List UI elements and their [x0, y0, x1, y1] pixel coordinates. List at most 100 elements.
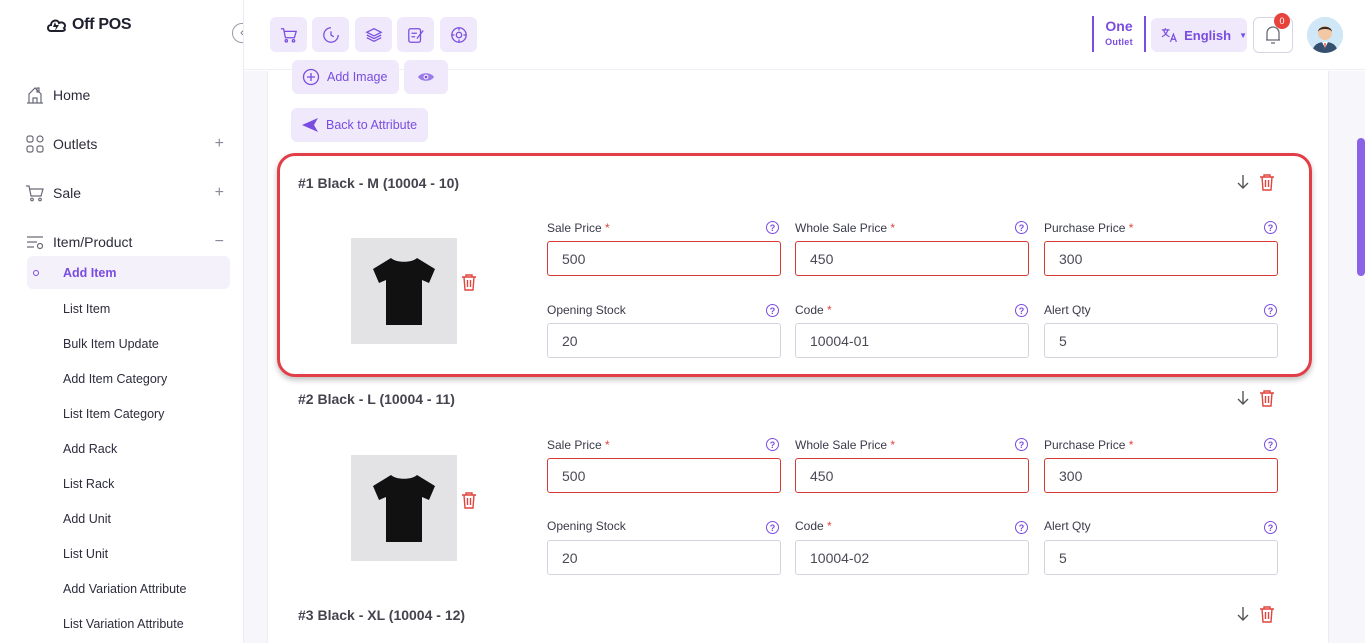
plus-circle-icon: [302, 68, 320, 86]
submenu-item-add-variation-attribute[interactable]: Add Variation Attribute: [0, 571, 243, 606]
submenu-item-list-item[interactable]: List Item: [0, 291, 243, 326]
label-text: Purchase Price: [1044, 438, 1126, 452]
outlet-selector[interactable]: One Outlet: [1092, 16, 1146, 52]
help-icon[interactable]: ?: [1264, 521, 1277, 534]
help-icon[interactable]: ?: [1015, 438, 1028, 451]
opening-stock-label: Opening Stock: [547, 519, 626, 533]
quick-layers-button[interactable]: [355, 17, 392, 52]
sidebar-item-sale[interactable]: Sale +: [0, 168, 243, 217]
send-back-icon: [302, 118, 318, 132]
sidebar: Off POS ‹ Home Outlets + Sale + Item/Pro…: [0, 0, 244, 643]
submenu-item-product: Add Item List Item Bulk Item Update Add …: [0, 256, 243, 641]
label-text: Code: [795, 519, 824, 533]
sidebar-collapse-button[interactable]: ‹: [232, 23, 243, 43]
submenu-item-add-unit[interactable]: Add Unit: [0, 501, 243, 536]
required-mark: *: [605, 438, 610, 452]
label-text: Sale Price: [547, 438, 602, 452]
opening-stock-input[interactable]: 20: [547, 540, 781, 575]
outlet-name: One: [1105, 18, 1133, 34]
code-label: Code *: [795, 519, 832, 533]
wholesale-price-input[interactable]: 450: [795, 458, 1029, 493]
back-label: Back to Attribute: [326, 118, 418, 132]
quick-clock-button[interactable]: [312, 17, 349, 52]
label-text: Whole Sale Price: [795, 438, 888, 452]
submenu-item-list-unit[interactable]: List Unit: [0, 536, 243, 571]
submenu-item-label: Add Unit: [63, 511, 111, 526]
back-to-attribute-button[interactable]: Back to Attribute: [291, 108, 428, 142]
collapse-icon[interactable]: −: [215, 233, 224, 250]
required-mark: *: [827, 519, 832, 533]
trash-icon[interactable]: [1258, 605, 1276, 623]
page-scrollbar[interactable]: [1357, 138, 1365, 276]
help-icon[interactable]: ?: [1015, 521, 1028, 534]
translate-icon: [1161, 28, 1177, 43]
submenu-item-list-item-category[interactable]: List Item Category: [0, 396, 243, 431]
sidebar-nav: Home Outlets + Sale + Item/Product −: [0, 70, 243, 266]
home-icon: [25, 85, 45, 105]
variant-title: #2 Black - L (10004 - 11): [298, 391, 455, 407]
compass-icon: [450, 26, 467, 43]
submenu-item-add-rack[interactable]: Add Rack: [0, 431, 243, 466]
add-image-label: Add Image: [327, 70, 388, 84]
sidebar-item-label: Outlets: [53, 135, 98, 152]
sidebar-item-outlets[interactable]: Outlets +: [0, 119, 243, 168]
notifications-button[interactable]: 0: [1253, 13, 1293, 53]
quick-compass-button[interactable]: [440, 17, 477, 52]
submenu-item-label: List Item: [63, 301, 111, 316]
avatar[interactable]: [1307, 17, 1343, 53]
add-image-button[interactable]: Add Image: [292, 60, 399, 94]
purchase-price-input[interactable]: 300: [1044, 458, 1278, 493]
help-icon[interactable]: ?: [1264, 438, 1277, 451]
user-avatar-icon: [1307, 17, 1343, 53]
expand-icon[interactable]: +: [215, 135, 224, 152]
cart-icon: [280, 27, 297, 43]
submenu-item-label: Add Rack: [63, 441, 118, 456]
quick-edit-button[interactable]: [397, 17, 434, 52]
sale-price-input[interactable]: 500: [547, 458, 781, 493]
sidebar-item-home[interactable]: Home: [0, 70, 243, 119]
alert-qty-label: Alert Qty: [1044, 519, 1091, 533]
code-input[interactable]: 10004-02: [795, 540, 1029, 575]
clock-icon: [322, 26, 339, 43]
required-mark: *: [890, 438, 896, 452]
help-icon[interactable]: ?: [766, 438, 779, 451]
submenu-item-add-item[interactable]: Add Item: [27, 256, 230, 289]
sidebar-item-label: Item/Product: [53, 233, 133, 250]
preview-button[interactable]: [404, 60, 448, 94]
trash-icon[interactable]: [1258, 389, 1276, 407]
submenu-item-label: Add Variation Attribute: [63, 581, 187, 596]
cart-icon: [25, 183, 45, 203]
wholesale-price-label: Whole Sale Price *: [795, 438, 895, 452]
grid-icon: [25, 134, 45, 154]
purchase-price-label: Purchase Price *: [1044, 438, 1133, 452]
language-selector[interactable]: English ▼: [1151, 18, 1247, 52]
submenu-item-add-item-category[interactable]: Add Item Category: [0, 361, 243, 396]
submenu-item-label: Bulk Item Update: [63, 336, 159, 351]
quick-cart-button[interactable]: [270, 17, 307, 52]
submenu-item-list-variation-attribute[interactable]: List Variation Attribute: [0, 606, 243, 641]
remove-image-trash-icon[interactable]: [460, 491, 478, 509]
arrow-down-icon[interactable]: [1236, 605, 1250, 623]
logo-text: Off POS: [72, 16, 132, 33]
logo-cloud-icon: [47, 19, 67, 32]
variant-actions: [1236, 389, 1276, 407]
submenu-item-list-rack[interactable]: List Rack: [0, 466, 243, 501]
submenu-item-label: List Rack: [63, 476, 115, 491]
edit-icon: [407, 27, 424, 43]
arrow-down-icon[interactable]: [1236, 389, 1250, 407]
submenu-item-label: List Item Category: [63, 406, 165, 421]
highlight-annotation: [277, 153, 1312, 377]
logo[interactable]: Off POS: [46, 16, 132, 34]
eye-icon: [418, 73, 434, 81]
help-icon[interactable]: ?: [766, 521, 779, 534]
submenu-item-bulk-item-update[interactable]: Bulk Item Update: [0, 326, 243, 361]
sidebar-item-label: Home: [53, 86, 91, 103]
expand-icon[interactable]: +: [215, 184, 224, 201]
sale-price-label: Sale Price *: [547, 438, 610, 452]
notification-badge: 0: [1274, 13, 1290, 29]
active-dot-icon: [33, 269, 39, 276]
variant-image: [351, 455, 457, 561]
language-label: English: [1184, 27, 1232, 43]
submenu-item-label: List Variation Attribute: [63, 616, 184, 631]
alert-qty-input[interactable]: 5: [1044, 540, 1278, 575]
